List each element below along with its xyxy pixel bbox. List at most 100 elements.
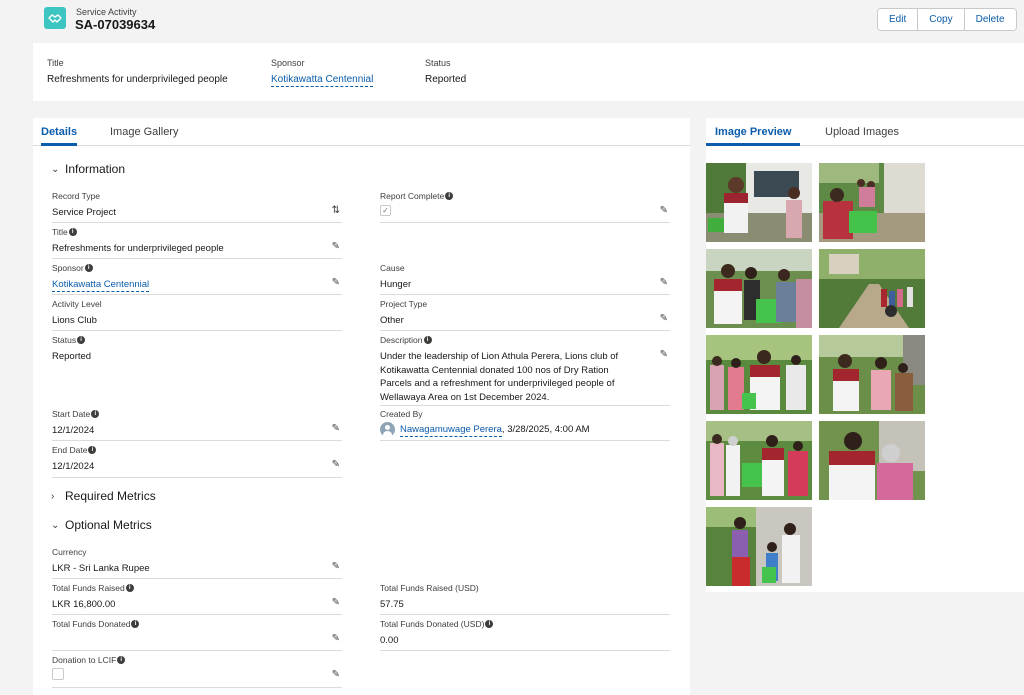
report-complete-checkbox[interactable]: ✓ [380,205,391,216]
field-title: Title i Refreshments for underprivileged … [52,227,342,259]
cause-value: Hunger [380,279,412,290]
sponsor-link[interactable]: Kotikawatta Centennial [52,279,150,292]
pencil-icon[interactable]: ✎ [332,241,340,252]
info-icon[interactable]: i [77,336,86,344]
gallery-image[interactable] [819,249,925,328]
section-information-header[interactable]: ⌄ Information [51,162,125,176]
gallery-image[interactable] [819,335,925,414]
check-icon: ✓ [382,206,389,215]
description-value: Under the leadership of Lion Athula Pere… [380,351,619,403]
funds-raised-label: Total Funds Raised [52,583,125,593]
info-icon[interactable]: i [485,620,494,628]
section-optional-metrics-header[interactable]: ⌄ Optional Metrics [51,518,152,532]
pencil-icon[interactable]: ✎ [332,669,340,680]
gallery-image[interactable] [819,163,925,242]
pencil-icon[interactable]: ✎ [332,597,340,608]
highlight-title: Title Refreshments for underprivileged p… [47,58,228,85]
activity-level-label: Activity Level [52,299,102,309]
gallery-image[interactable] [819,421,925,500]
field-donation-lcif: Donation to LCIF i ✎ [52,655,342,688]
chevron-down-icon: ⌄ [51,519,60,531]
pencil-icon[interactable]: ✎ [332,423,340,434]
created-by-link[interactable]: Nawagamuwage Perera [400,424,502,438]
funds-raised-usd-label: Total Funds Raised (USD) [380,583,479,593]
info-icon[interactable]: i [131,620,140,628]
info-icon[interactable]: i [91,410,100,418]
copy-button[interactable]: Copy [918,9,965,30]
field-end-date: End Date i 12/1/2024 ✎ [52,445,342,478]
start-date-value: 12/1/2024 [52,425,95,436]
highlights-panel: Title Refreshments for underprivileged p… [33,43,1024,101]
pencil-icon[interactable]: ✎ [660,277,668,288]
tab-details[interactable]: Details [41,126,78,146]
field-total-funds-raised-usd: Total Funds Raised (USD) 57.75 [380,583,670,615]
info-icon[interactable]: i [84,264,93,272]
gallery-image[interactable] [706,335,812,414]
avatar-icon [380,422,395,437]
status-value: Reported [52,351,92,362]
handshake-icon [44,7,66,29]
gallery-image[interactable] [706,421,812,500]
gallery-image[interactable] [706,163,812,242]
pencil-icon[interactable]: ✎ [332,277,340,288]
tab-image-preview[interactable]: Image Preview [706,126,801,146]
swap-icon[interactable]: ⇅ [332,205,340,216]
main-tab-bar: Details Image Gallery [33,118,690,146]
pencil-icon[interactable]: ✎ [660,205,668,216]
currency-label: Currency [52,547,87,557]
report-complete-label: Report Complete [380,191,445,201]
cause-label: Cause [380,263,405,273]
gallery-image[interactable] [706,249,812,328]
pencil-icon[interactable]: ✎ [660,349,668,360]
details-card: Details Image Gallery ⌄ Information Reco… [33,118,690,695]
chevron-right-icon: › [51,490,55,502]
description-label: Description [380,335,423,345]
sponsor-label: Sponsor [52,263,84,273]
chevron-down-icon: ⌄ [51,163,60,175]
info-icon[interactable]: i [68,228,77,236]
edit-button[interactable]: Edit [878,9,919,30]
highlight-sponsor: Sponsor Kotikawatta Centennial [271,58,374,87]
record-header: Service Activity SA-07039634 Edit Copy D… [0,0,1024,42]
currency-value: LKR - Sri Lanka Rupee [52,563,150,574]
tab-upload-images[interactable]: Upload Images [825,126,899,146]
field-cause: Cause Hunger ✎ [380,263,670,295]
delete-button[interactable]: Delete [964,9,1016,30]
section-required-metrics-header[interactable]: › Required Metrics [51,489,156,503]
highlight-status: Status Reported [425,58,466,85]
info-icon[interactable]: i [125,584,134,592]
info-icon[interactable]: i [88,446,97,454]
field-sponsor: Sponsor i Kotikawatta Centennial ✎ [52,263,342,295]
highlight-status-value: Reported [425,74,467,85]
section-required-metrics-title: Required Metrics [65,489,156,503]
info-icon[interactable]: i [445,192,454,200]
info-icon[interactable]: i [423,336,432,344]
created-by-date: , 3/28/2025, 4:00 AM [501,424,590,436]
record-name: SA-07039634 [75,17,156,32]
tab-image-gallery[interactable]: Image Gallery [110,126,178,146]
highlight-title-value: Refreshments for underprivileged people [47,74,228,85]
project-type-value: Other [380,315,404,326]
pencil-icon[interactable]: ✎ [332,459,340,470]
field-total-funds-donated: Total Funds Donated i ✎ [52,619,342,651]
pencil-icon[interactable]: ✎ [660,313,668,324]
record-type-label: Record Type [52,191,101,201]
funds-raised-value: LKR 16,800.00 [52,599,116,610]
field-total-funds-donated-usd: Total Funds Donated (USD) i 0.00 [380,619,670,651]
field-currency: Currency LKR - Sri Lanka Rupee ✎ [52,547,342,579]
pencil-icon[interactable]: ✎ [332,561,340,572]
field-created-by: Created By Nawagamuwage Perera, 3/28/202… [380,409,670,441]
donation-lcif-checkbox[interactable] [52,668,64,680]
pencil-icon[interactable]: ✎ [332,633,340,644]
info-icon[interactable]: i [117,656,126,664]
status-label: Status [52,335,77,345]
field-project-type: Project Type Other ✎ [380,299,670,331]
created-by-label: Created By [380,409,423,419]
field-description: Description i Under the leadership of Lio… [380,335,670,406]
funds-donated-label: Total Funds Donated [52,619,131,629]
start-date-label: Start Date [52,409,91,419]
highlight-sponsor-link[interactable]: Kotikawatta Centennial [271,74,374,87]
object-type-label: Service Activity [76,7,137,17]
gallery-image[interactable] [706,507,812,586]
field-total-funds-raised: Total Funds Raised i LKR 16,800.00 ✎ [52,583,342,615]
